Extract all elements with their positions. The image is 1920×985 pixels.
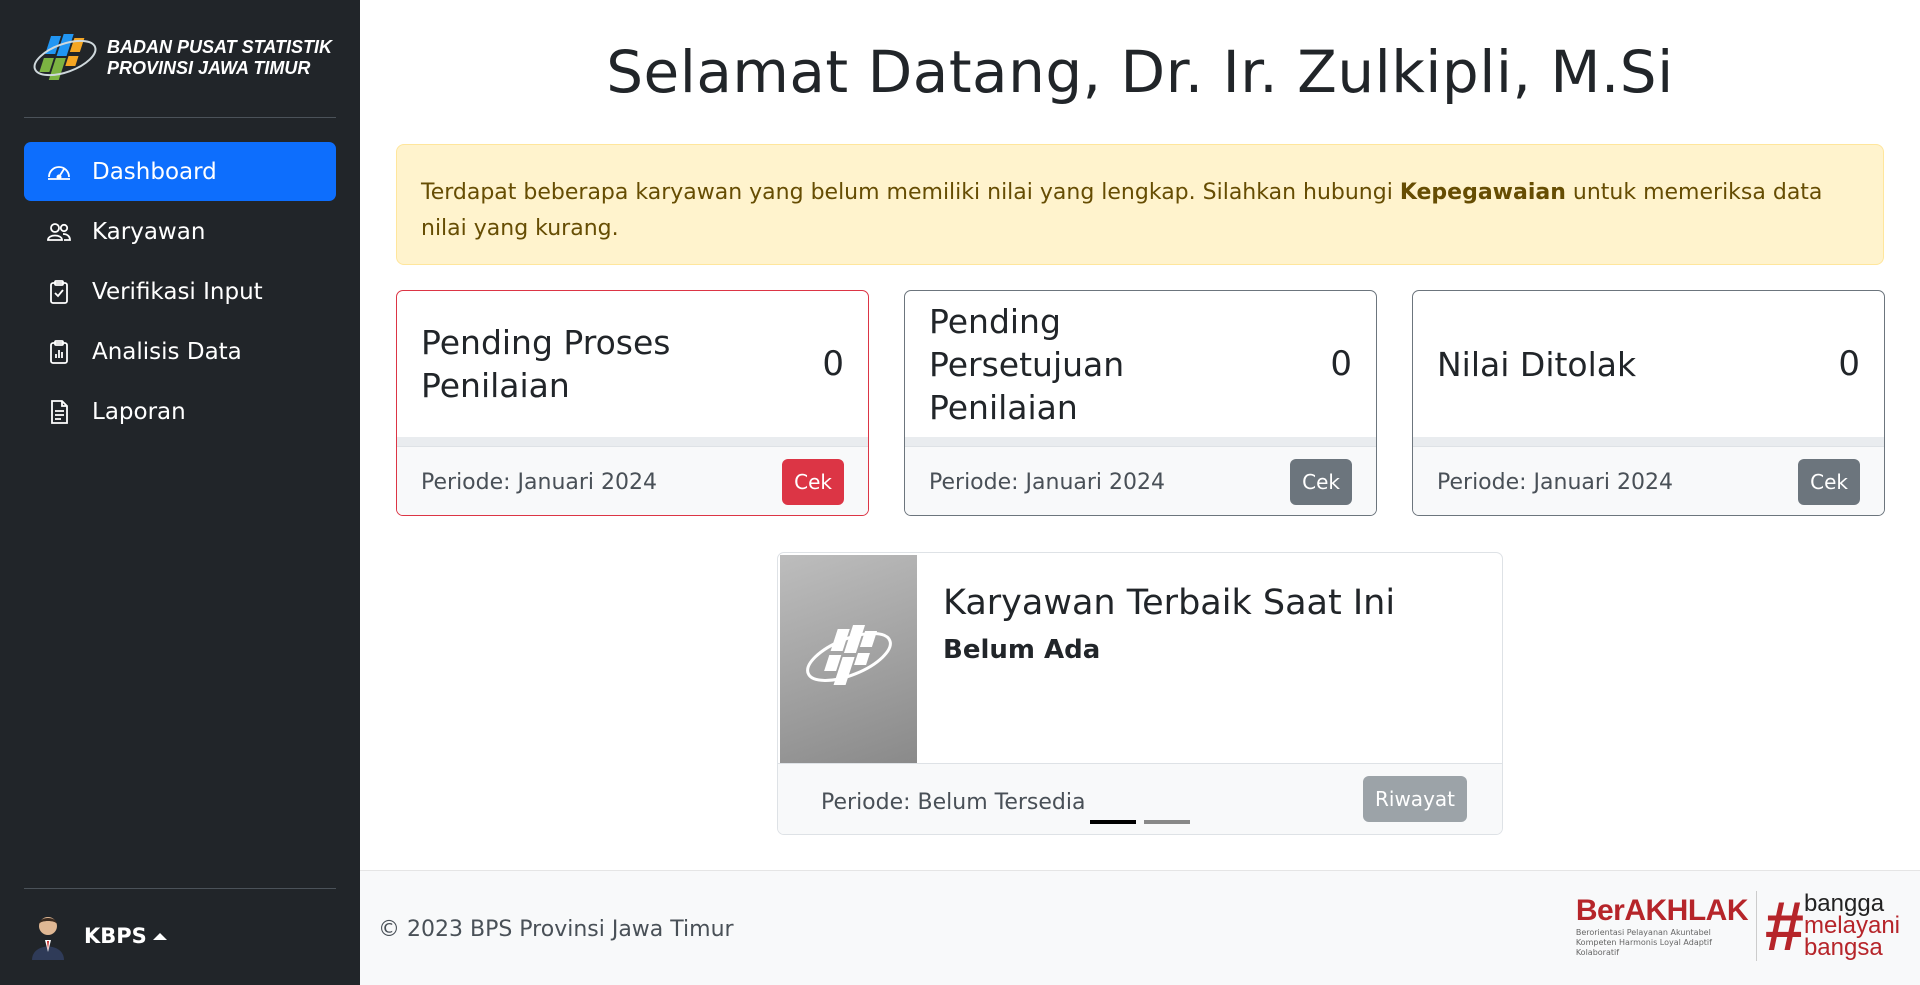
best-employee-title: Karyawan Terbaik Saat Ini <box>943 583 1396 623</box>
speedometer-icon <box>48 165 70 180</box>
alert-bold-text: Kepegawaian <box>1399 180 1566 205</box>
sidebar-item-label: Laporan <box>92 398 186 425</box>
berakhlak-word: BerAKHLAK <box>1575 894 1749 927</box>
carousel-indicator[interactable] <box>1144 820 1190 824</box>
sidebar-item-label: Karyawan <box>92 218 206 245</box>
cek-button[interactable]: Cek <box>1290 459 1352 505</box>
card-divider <box>905 437 1376 446</box>
card-value: 0 <box>1838 344 1860 384</box>
card-period: Periode: Januari 2024 <box>1437 469 1674 495</box>
riwayat-button[interactable]: Riwayat <box>1363 776 1467 822</box>
logo-separator <box>1756 891 1758 961</box>
card-value: 0 <box>1330 344 1352 384</box>
clipboard-check-icon <box>50 279 68 304</box>
footer-logos: BerAKHLAK Berorientasi Pelayanan Akuntab… <box>1576 891 1900 961</box>
sidebar: BADAN PUSAT STATISTIK PROVINSI JAWA TIMU… <box>0 0 360 985</box>
bangsa-word: bangsa <box>1803 934 1883 961</box>
best-employee-name: Belum Ada <box>943 635 1101 665</box>
bangga-melayani-bangsa-logo: # bangga melayani bangsa <box>1765 891 1900 961</box>
sidebar-item-label: Analisis Data <box>92 338 242 365</box>
card-period: Periode: Januari 2024 <box>929 469 1166 495</box>
clipboard-data-icon <box>50 339 68 364</box>
footer: © 2023 BPS Provinsi Jawa Timur BerAKHLAK… <box>360 870 1920 985</box>
brand-line-2: PROVINSI JAWA TIMUR <box>107 58 311 78</box>
sidebar-nav: Dashboard Karyawan Verifikasi Input Anal… <box>24 142 336 442</box>
sidebar-item-label: Verifikasi Input <box>92 278 263 305</box>
alert-text-before: Terdapat beberapa karyawan yang belum me… <box>421 180 1400 205</box>
card-period: Periode: Januari 2024 <box>421 469 658 495</box>
sidebar-item-laporan[interactable]: Laporan <box>24 382 336 441</box>
card-pending-persetujuan: Pending Persetujuan Penilaian 0 Periode:… <box>904 290 1377 516</box>
card-value: 0 <box>822 344 844 384</box>
carousel-indicators <box>1090 820 1198 824</box>
avatar <box>32 917 64 960</box>
carousel-indicator[interactable] <box>1090 820 1136 824</box>
user-menu[interactable]: KBPS <box>28 912 167 960</box>
card-pending-proses: Pending Proses Penilaian 0 Periode: Janu… <box>396 290 869 516</box>
main-content: Selamat Datang, Dr. Ir. Zulkipli, M.Si T… <box>360 0 1920 985</box>
sidebar-divider <box>24 117 336 118</box>
sidebar-divider <box>24 888 336 889</box>
best-employee-image <box>780 555 917 763</box>
card-divider <box>397 437 868 446</box>
cek-button[interactable]: Cek <box>1798 459 1860 505</box>
best-employee-period: Periode: Belum Tersedia <box>821 790 1086 815</box>
bps-logo-icon <box>805 625 892 685</box>
berakhlak-logo: BerAKHLAK Berorientasi Pelayanan Akuntab… <box>1575 894 1749 958</box>
copyright: © 2023 BPS Provinsi Jawa Timur <box>378 917 734 942</box>
card-title: Pending Persetujuan Penilaian <box>929 301 1125 427</box>
card-nilai-ditolak: Nilai Ditolak 0 Periode: Januari 2024 Ce… <box>1412 290 1885 516</box>
sidebar-item-analisis-data[interactable]: Analisis Data <box>24 322 336 381</box>
card-divider <box>1413 437 1884 446</box>
sidebar-item-label: Dashboard <box>92 158 217 185</box>
file-text-icon <box>51 399 68 424</box>
brand-text: BADAN PUSAT STATISTIK PROVINSI JAWA TIMU… <box>107 37 332 79</box>
sidebar-item-dashboard[interactable]: Dashboard <box>24 142 336 201</box>
sidebar-item-verifikasi-input[interactable]: Verifikasi Input <box>24 262 336 321</box>
brand[interactable]: BADAN PUSAT STATISTIK PROVINSI JAWA TIMU… <box>29 30 332 86</box>
cek-button[interactable]: Cek <box>782 459 844 505</box>
hashtag-icon: # <box>1765 887 1804 965</box>
alert-warning: Terdapat beberapa karyawan yang belum me… <box>396 144 1884 265</box>
page-title: Selamat Datang, Dr. Ir. Zulkipli, M.Si <box>606 38 1674 106</box>
sidebar-item-karyawan[interactable]: Karyawan <box>24 202 336 261</box>
brand-line-1: BADAN PUSAT STATISTIK <box>107 37 332 57</box>
card-title: Pending Proses Penilaian <box>421 323 671 405</box>
berakhlak-tagline: Berorientasi Pelayanan Akuntabel Kompete… <box>1575 928 1712 957</box>
user-name: KBPS <box>84 924 147 948</box>
best-employee-card: Karyawan Terbaik Saat Ini Belum Ada Peri… <box>777 552 1503 835</box>
bps-logo-icon <box>33 34 97 80</box>
people-icon <box>47 222 71 241</box>
card-title: Nilai Ditolak <box>1437 344 1637 384</box>
caret-up-icon <box>152 932 167 940</box>
